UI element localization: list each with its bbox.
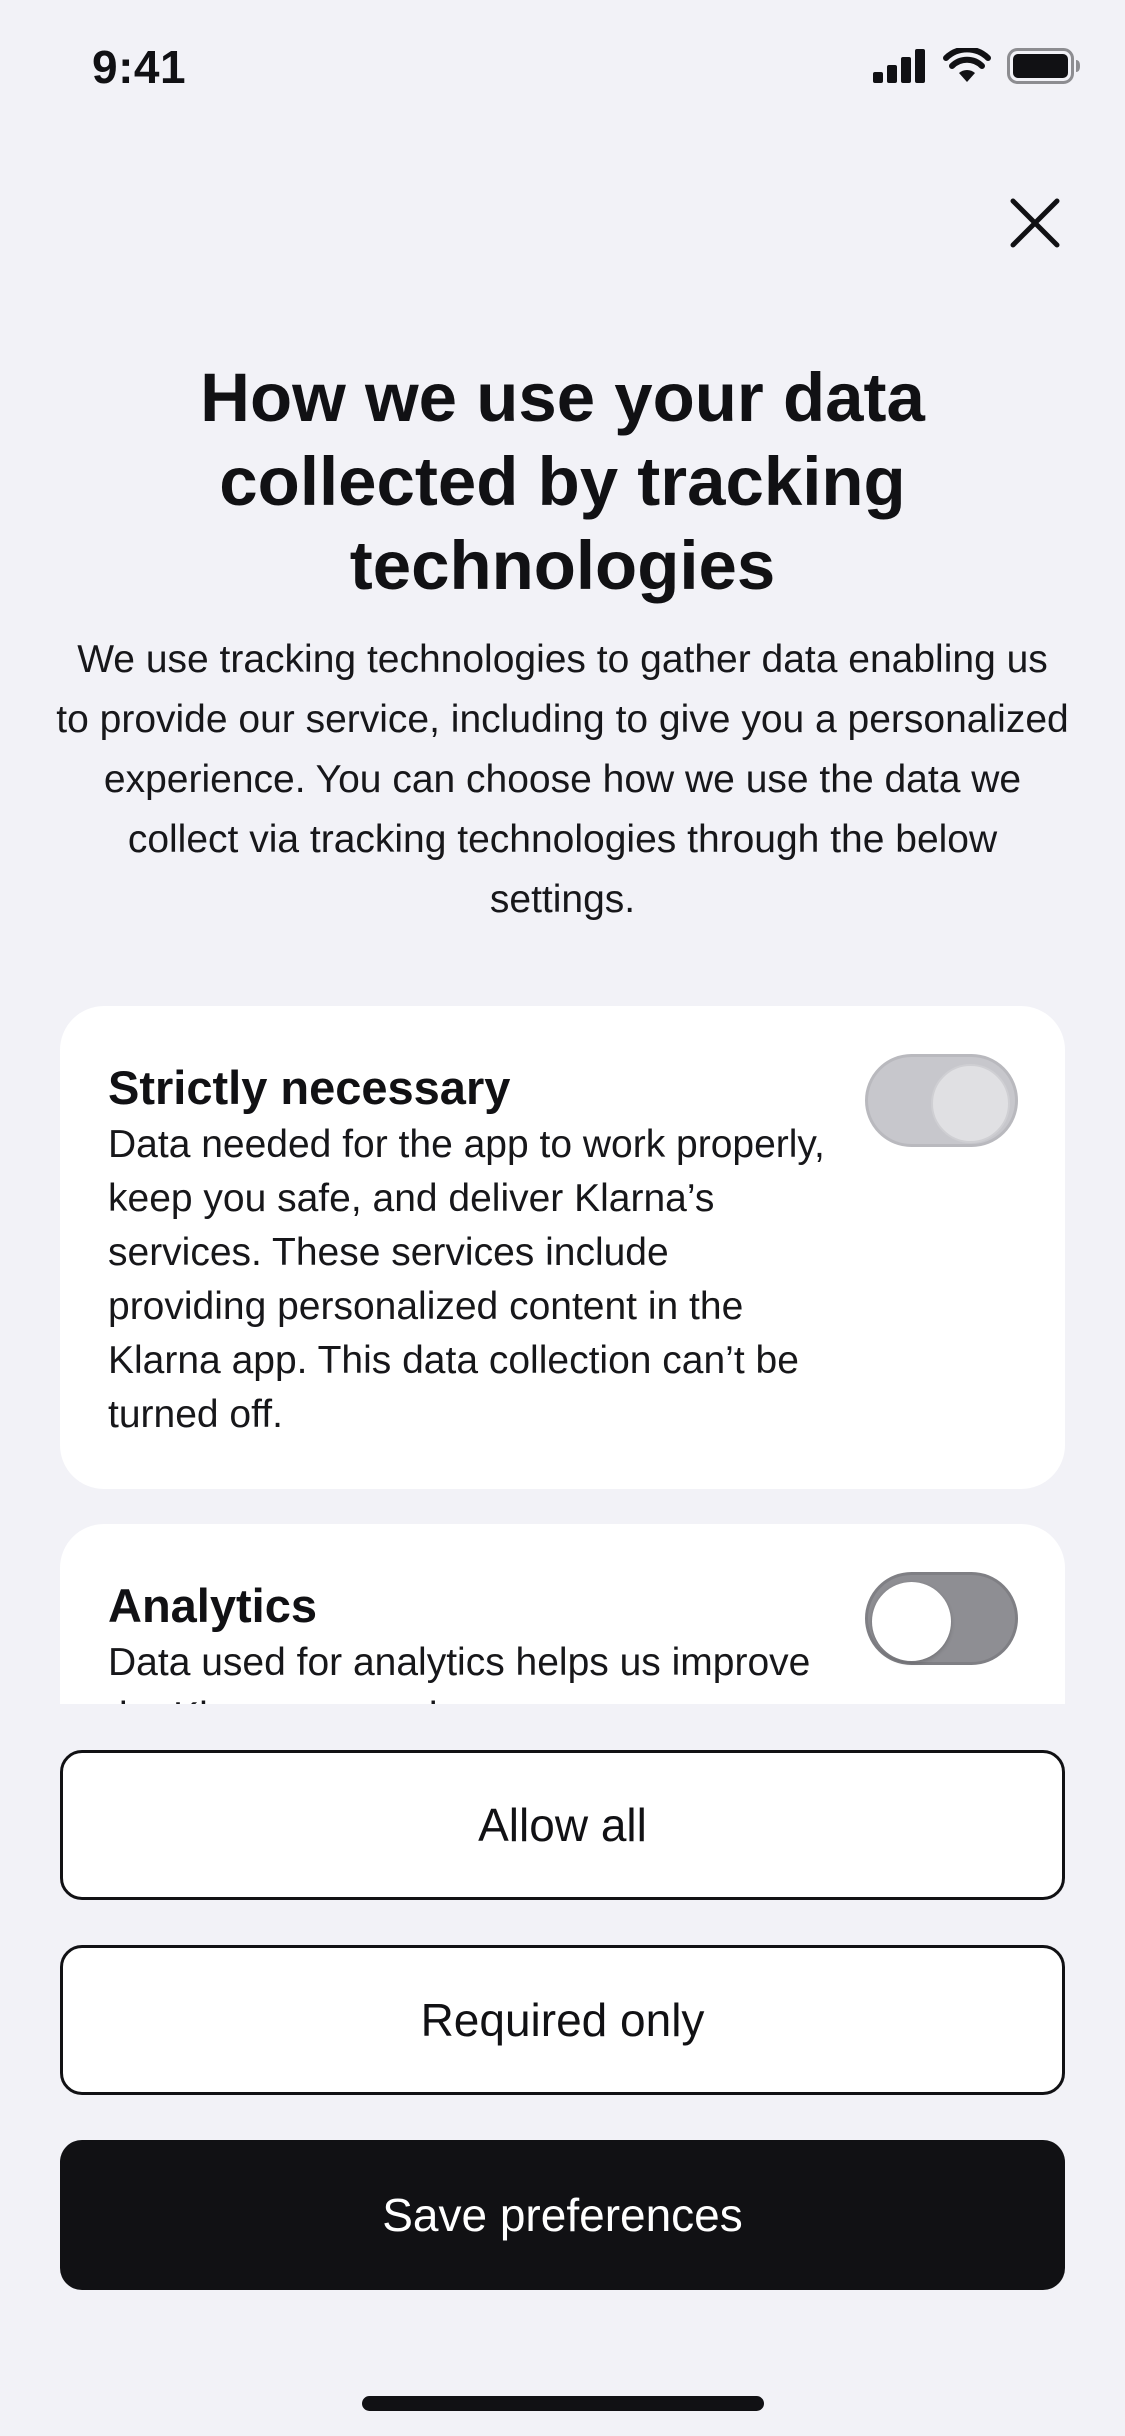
save-preferences-button[interactable]: Save preferences — [60, 2140, 1065, 2290]
category-card-strictly-necessary: Strictly necessary Data needed for the a… — [60, 1006, 1065, 1489]
cellular-signal-icon — [873, 49, 927, 88]
battery-icon — [1007, 48, 1081, 89]
category-description: Data used for analytics helps us improve… — [108, 1641, 811, 1704]
status-bar: 9:41 — [0, 0, 1125, 132]
intro-text: We use tracking technologies to gather d… — [56, 638, 1069, 921]
close-button[interactable] — [1000, 190, 1070, 260]
category-title: Strictly necessary — [108, 1061, 511, 1114]
status-icons — [873, 46, 1081, 89]
close-icon — [1009, 197, 1061, 254]
home-indicator — [362, 2396, 764, 2411]
strictly-necessary-toggle — [865, 1054, 1018, 1147]
category-card-analytics: Analytics Data used for analytics helps … — [60, 1524, 1065, 1704]
categories-scroll-area[interactable]: Strictly necessary Data needed for the a… — [0, 1000, 1125, 1704]
status-time: 9:41 — [92, 41, 187, 93]
analytics-toggle[interactable] — [865, 1572, 1018, 1665]
toggle-knob — [872, 1582, 951, 1661]
category-description: Data needed for the app to work properly… — [108, 1123, 825, 1436]
wifi-icon — [943, 46, 991, 89]
page-title: How we use your data collected by tracki… — [200, 359, 925, 604]
toggle-knob — [931, 1064, 1010, 1143]
allow-all-button[interactable]: Allow all — [60, 1750, 1065, 1900]
required-only-button[interactable]: Required only — [60, 1945, 1065, 2095]
category-title: Analytics — [108, 1579, 317, 1632]
